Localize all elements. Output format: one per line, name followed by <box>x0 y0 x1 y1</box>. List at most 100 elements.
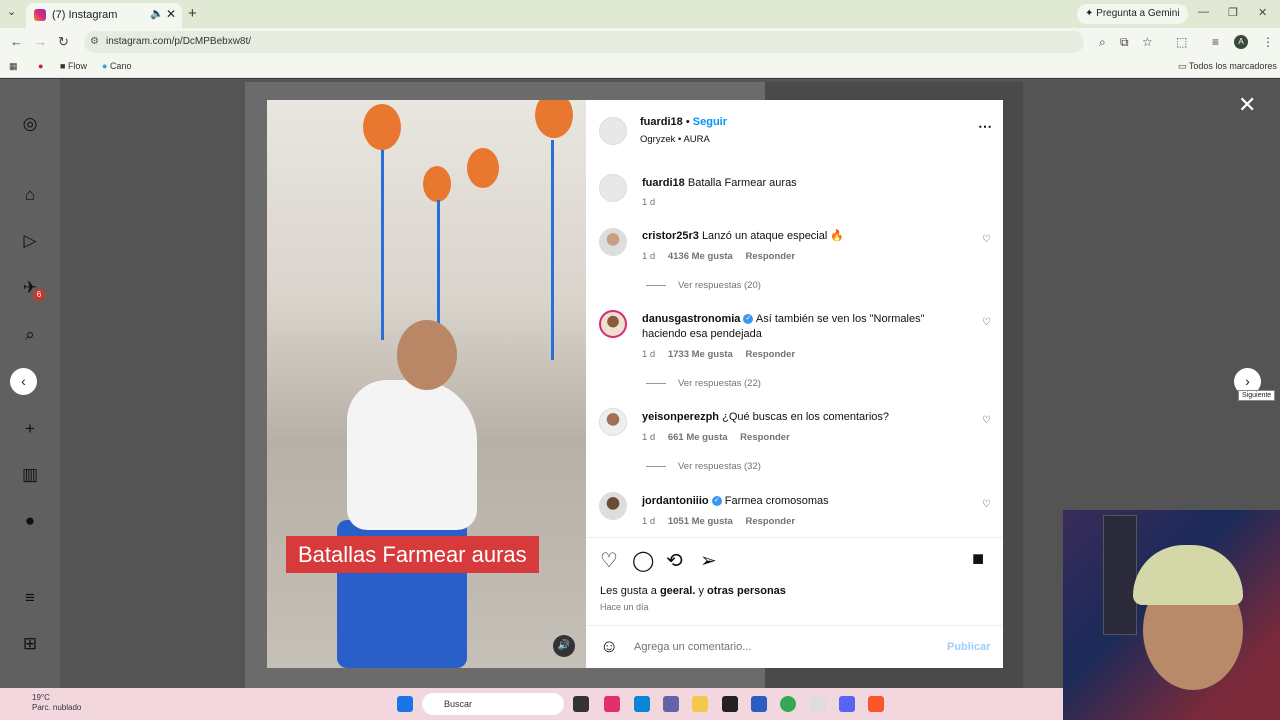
bookmark-star-icon[interactable]: ☆ <box>1142 35 1153 49</box>
bookmark-flow[interactable]: ■ Flow <box>60 61 87 71</box>
speaker-icon[interactable]: 🔈 <box>150 7 164 20</box>
taskbar-search[interactable]: Buscar <box>422 693 564 715</box>
reading-list-icon[interactable]: ≡ <box>1212 35 1219 49</box>
profile-icon[interactable]: ● <box>20 511 40 531</box>
follow-button[interactable]: Seguir <box>693 116 727 128</box>
reply-button[interactable]: Responder <box>745 251 795 262</box>
comment-username[interactable]: jordantoniiio <box>642 495 709 507</box>
like-comment-icon[interactable]: ♡ <box>982 415 991 426</box>
profile-avatar[interactable]: A <box>1234 35 1248 49</box>
app-icon[interactable] <box>810 696 826 712</box>
file-explorer-icon[interactable] <box>692 696 708 712</box>
search-icon[interactable]: ⌕ <box>20 325 40 345</box>
reply-button[interactable]: Responder <box>745 516 795 527</box>
chrome-icon[interactable] <box>780 696 796 712</box>
view-replies[interactable]: Ver respuestas (20) <box>646 280 761 291</box>
commenter-avatar[interactable] <box>599 228 627 256</box>
commenter-avatar[interactable] <box>599 492 627 520</box>
app-icon[interactable] <box>722 696 738 712</box>
forward-icon[interactable]: → <box>34 34 47 49</box>
reply-button[interactable]: Responder <box>740 432 790 443</box>
repost-icon[interactable]: ⟲ <box>666 548 683 573</box>
author-avatar[interactable] <box>599 117 627 145</box>
likes-user[interactable]: geeral. <box>660 585 695 597</box>
gemini-button[interactable]: ✦ Pregunta a Gemini <box>1077 4 1188 24</box>
comment-username[interactable]: danusgastronomia <box>642 313 740 325</box>
publish-button[interactable]: Publicar <box>947 641 990 653</box>
comment-time: 1 d <box>642 251 656 262</box>
apps-icon[interactable]: ▦ <box>9 61 18 72</box>
app-icon[interactable] <box>604 696 620 712</box>
instagram-favicon-icon <box>34 9 46 21</box>
save-icon[interactable]: ■ <box>972 548 984 571</box>
like-comment-icon[interactable]: ♡ <box>982 317 991 328</box>
taskbar: 19°C Parc. nublado Buscar <box>0 688 1063 720</box>
menu-dots-icon[interactable]: ⋮ <box>1262 35 1274 49</box>
tab-bar: ⌄ (7) Instagram 🔈 ✕ + ✦ Pregunta a Gemin… <box>0 0 1280 28</box>
like-comment-icon[interactable]: ♡ <box>982 234 991 245</box>
weather-widget[interactable]: 19°C Parc. nublado <box>14 693 81 713</box>
likes-others[interactable]: otras personas <box>707 585 786 597</box>
edge-icon[interactable] <box>634 696 650 712</box>
mute-icon[interactable]: 🔊 <box>553 635 575 657</box>
audio-link[interactable]: Ogryzek • AURA <box>640 134 710 145</box>
post-video[interactable] <box>267 100 586 668</box>
task-view-icon[interactable] <box>573 696 589 712</box>
new-tab-icon[interactable]: + <box>188 5 197 22</box>
more-menu-icon[interactable]: ≡ <box>20 588 40 608</box>
comment-text: ¿Qué buscas en los comentarios? <box>722 411 890 423</box>
description-username[interactable]: fuardi18 <box>642 177 685 189</box>
windows-start-icon[interactable] <box>397 696 413 712</box>
reels-icon[interactable]: ▷ <box>20 231 40 251</box>
comment-likes[interactable]: 4136 Me gusta <box>668 251 733 262</box>
comment-likes[interactable]: 1733 Me gusta <box>668 349 733 360</box>
like-comment-icon[interactable]: ♡ <box>982 499 991 510</box>
home-icon[interactable]: ⌂ <box>20 185 40 205</box>
comment-likes[interactable]: 661 Me gusta <box>668 432 728 443</box>
reload-icon[interactable]: ↻ <box>58 34 69 50</box>
view-replies[interactable]: Ver respuestas (32) <box>646 461 761 472</box>
discord-icon[interactable] <box>839 696 855 712</box>
previous-post-button[interactable]: ‹ <box>10 368 37 395</box>
tab-list-icon[interactable]: ⌄ <box>7 5 16 18</box>
create-icon[interactable]: + <box>20 419 40 439</box>
emoji-icon[interactable]: ☺ <box>600 636 618 657</box>
url-input[interactable]: instagram.com/p/DcMPBebxw8t/ <box>84 31 1084 53</box>
tab-instagram[interactable]: (7) Instagram 🔈 ✕ <box>26 3 182 28</box>
bookmark-cano[interactable]: ● Cano <box>102 61 131 71</box>
comment-username[interactable]: yeisonperezph <box>642 411 719 423</box>
meta-apps-icon[interactable]: ⊞ <box>20 634 40 654</box>
commenter-avatar[interactable] <box>599 310 627 338</box>
pinterest-icon[interactable]: ● <box>38 61 43 71</box>
close-tab-icon[interactable]: ✕ <box>166 7 176 21</box>
teams-icon[interactable] <box>663 696 679 712</box>
author-avatar[interactable] <box>599 174 627 202</box>
brave-icon[interactable] <box>868 696 884 712</box>
close-modal-icon[interactable]: ✕ <box>1238 92 1256 118</box>
likes-suffix: y <box>695 585 708 597</box>
author-username[interactable]: fuardi18 <box>640 116 683 128</box>
close-window-icon[interactable]: ✕ <box>1258 6 1267 19</box>
minimize-icon[interactable]: — <box>1198 6 1209 18</box>
extensions-icon[interactable]: ⬚ <box>1176 35 1187 49</box>
comment-likes[interactable]: 1051 Me gusta <box>668 516 733 527</box>
comment-username[interactable]: cristor25r3 <box>642 230 699 242</box>
store-icon[interactable] <box>751 696 767 712</box>
zoom-icon[interactable]: ⌕ <box>1099 35 1106 50</box>
comment-input[interactable]: Agrega un comentario... <box>634 641 751 653</box>
view-replies[interactable]: Ver respuestas (22) <box>646 378 761 389</box>
more-options-icon[interactable]: ⋯ <box>978 118 992 135</box>
install-icon[interactable]: ⧉ <box>1120 35 1129 50</box>
site-info-icon[interactable]: ⚙ <box>90 36 99 47</box>
instagram-logo-icon[interactable]: ◎ <box>20 114 40 134</box>
share-icon[interactable]: ➢ <box>700 548 717 573</box>
commenter-avatar[interactable] <box>599 408 627 436</box>
dashboard-icon[interactable]: ▥ <box>20 465 40 485</box>
address-bar: ← → ↻ instagram.com/p/DcMPBebxw8t/ ⚙ ⌕ ⧉… <box>0 28 1280 56</box>
maximize-icon[interactable]: ❐ <box>1228 6 1238 19</box>
all-bookmarks[interactable]: ▭ Todos los marcadores <box>1178 61 1277 72</box>
like-icon[interactable]: ♡ <box>600 548 618 573</box>
reply-button[interactable]: Responder <box>745 349 795 360</box>
back-icon[interactable]: ← <box>10 34 23 49</box>
comment-icon[interactable]: ◯ <box>632 548 654 573</box>
